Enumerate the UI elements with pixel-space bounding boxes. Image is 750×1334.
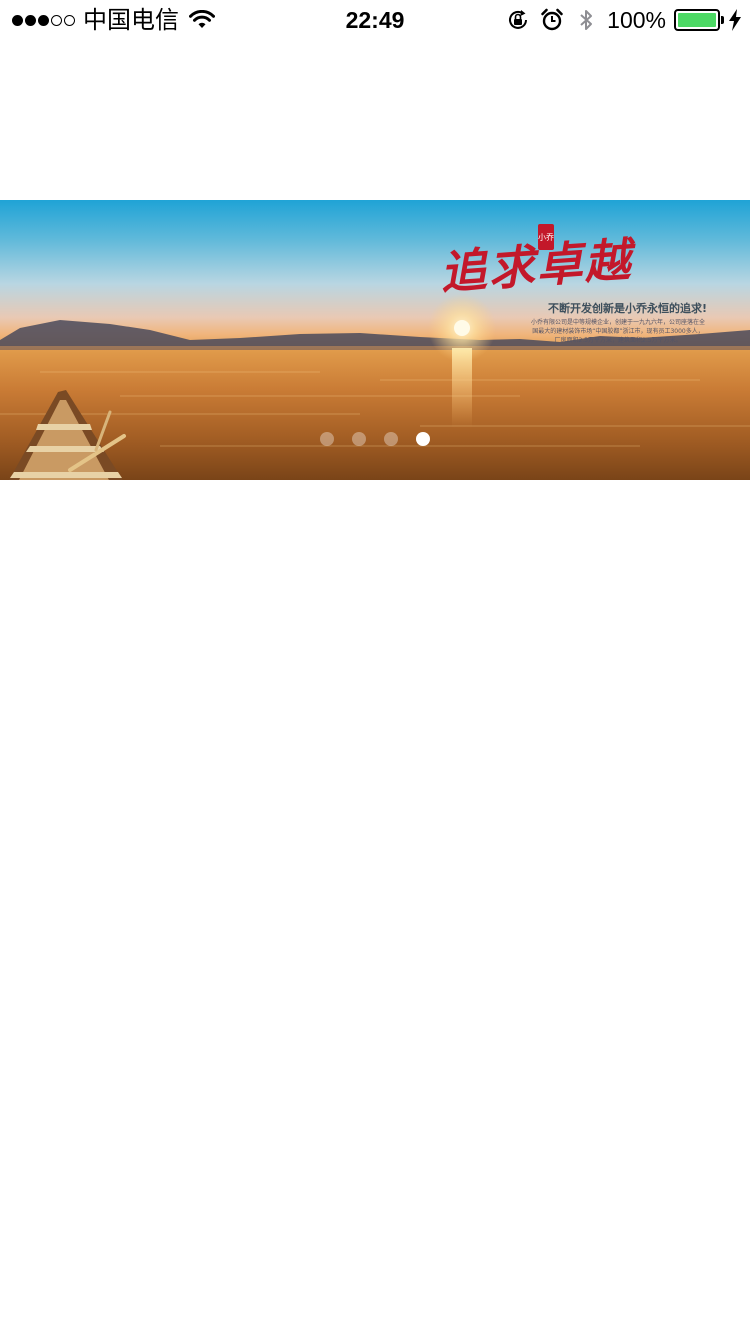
page-dot-active[interactable] [416, 432, 430, 446]
page-dot[interactable] [384, 432, 398, 446]
rotation-lock-icon [509, 10, 528, 29]
charging-bolt-icon [729, 9, 741, 31]
bluetooth-icon [580, 10, 593, 30]
banner-company-description: 小乔有限公司是中等规模企业，创建于一九九六年，公司座落在全国最大的建材装饰市场“… [530, 319, 705, 344]
carousel-page-indicator[interactable] [0, 432, 750, 446]
status-right: 100% [497, 0, 742, 40]
page-dot[interactable] [320, 432, 334, 446]
battery-terminal [721, 16, 724, 24]
battery-level-fill [678, 13, 716, 27]
banner-slogan-title: 追求卓越 [438, 232, 634, 300]
battery-icon [674, 9, 724, 31]
battery-percentage: 100% [607, 6, 666, 33]
banner-carousel[interactable]: 追求卓越 小乔 不断开发创新是小乔永恒的追求! 小乔有限公司是中等规模企业，创建… [0, 200, 750, 480]
banner-seal: 小乔 [538, 224, 554, 250]
status-bar: 中国电信 22:49 100% [0, 0, 750, 40]
banner-slogan-subtitle: 不断开发创新是小乔永恒的追求! [548, 302, 708, 315]
page-dot[interactable] [352, 432, 366, 446]
alarm-icon [541, 8, 563, 31]
